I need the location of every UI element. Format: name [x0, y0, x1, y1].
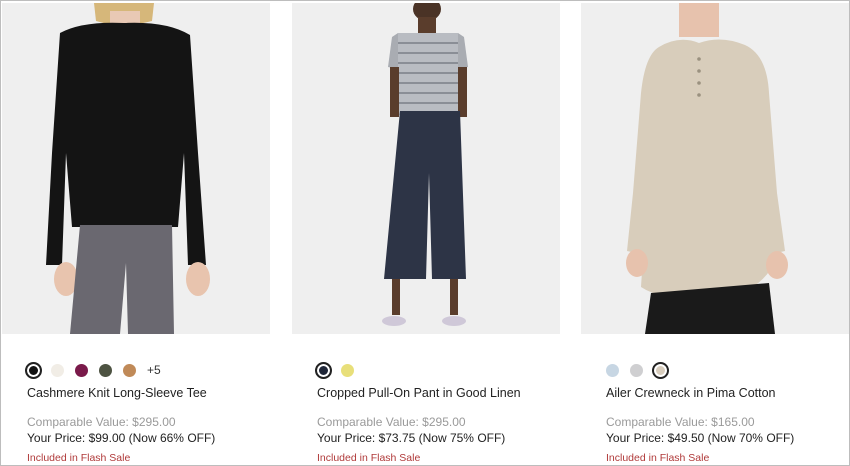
flash-sale-badge: Included in Flash Sale — [606, 452, 710, 464]
color-swatch[interactable] — [51, 363, 64, 377]
comparable-value: Comparable Value: $295.00 — [27, 415, 176, 429]
product-image[interactable] — [581, 3, 849, 334]
comparable-value: Comparable Value: $295.00 — [317, 415, 466, 429]
color-swatch[interactable] — [630, 363, 643, 377]
product-image[interactable] — [2, 3, 270, 334]
product-card[interactable]: Ailer Crewneck in Pima Cotton Comparable… — [581, 3, 849, 464]
flash-sale-badge: Included in Flash Sale — [27, 452, 131, 464]
color-swatch[interactable] — [341, 363, 354, 377]
color-swatch[interactable] — [652, 361, 669, 379]
your-price: Your Price: $73.75 (Now 75% OFF) — [317, 431, 506, 445]
color-swatch[interactable] — [606, 363, 619, 377]
color-swatch[interactable] — [123, 363, 136, 377]
product-name[interactable]: Ailer Crewneck in Pima Cotton — [606, 386, 776, 400]
your-price: Your Price: $99.00 (Now 66% OFF) — [27, 431, 216, 445]
color-swatches — [315, 361, 365, 379]
comparable-value: Comparable Value: $165.00 — [606, 415, 755, 429]
color-swatch[interactable] — [99, 363, 112, 377]
color-swatches — [606, 361, 678, 379]
color-swatch[interactable] — [75, 363, 88, 377]
your-price: Your Price: $49.50 (Now 70% OFF) — [606, 431, 795, 445]
color-swatch[interactable] — [25, 361, 42, 379]
color-swatches: +5 — [25, 361, 161, 379]
product-card[interactable]: +5 Cashmere Knit Long-Sleeve Tee Compara… — [2, 3, 270, 464]
more-colors-link[interactable]: +5 — [147, 363, 161, 377]
product-name[interactable]: Cropped Pull-On Pant in Good Linen — [317, 386, 521, 400]
product-name[interactable]: Cashmere Knit Long-Sleeve Tee — [27, 386, 207, 400]
flash-sale-badge: Included in Flash Sale — [317, 452, 421, 464]
color-swatch[interactable] — [315, 361, 332, 379]
product-card[interactable]: Cropped Pull-On Pant in Good Linen Compa… — [292, 3, 560, 464]
product-image[interactable] — [292, 3, 560, 334]
